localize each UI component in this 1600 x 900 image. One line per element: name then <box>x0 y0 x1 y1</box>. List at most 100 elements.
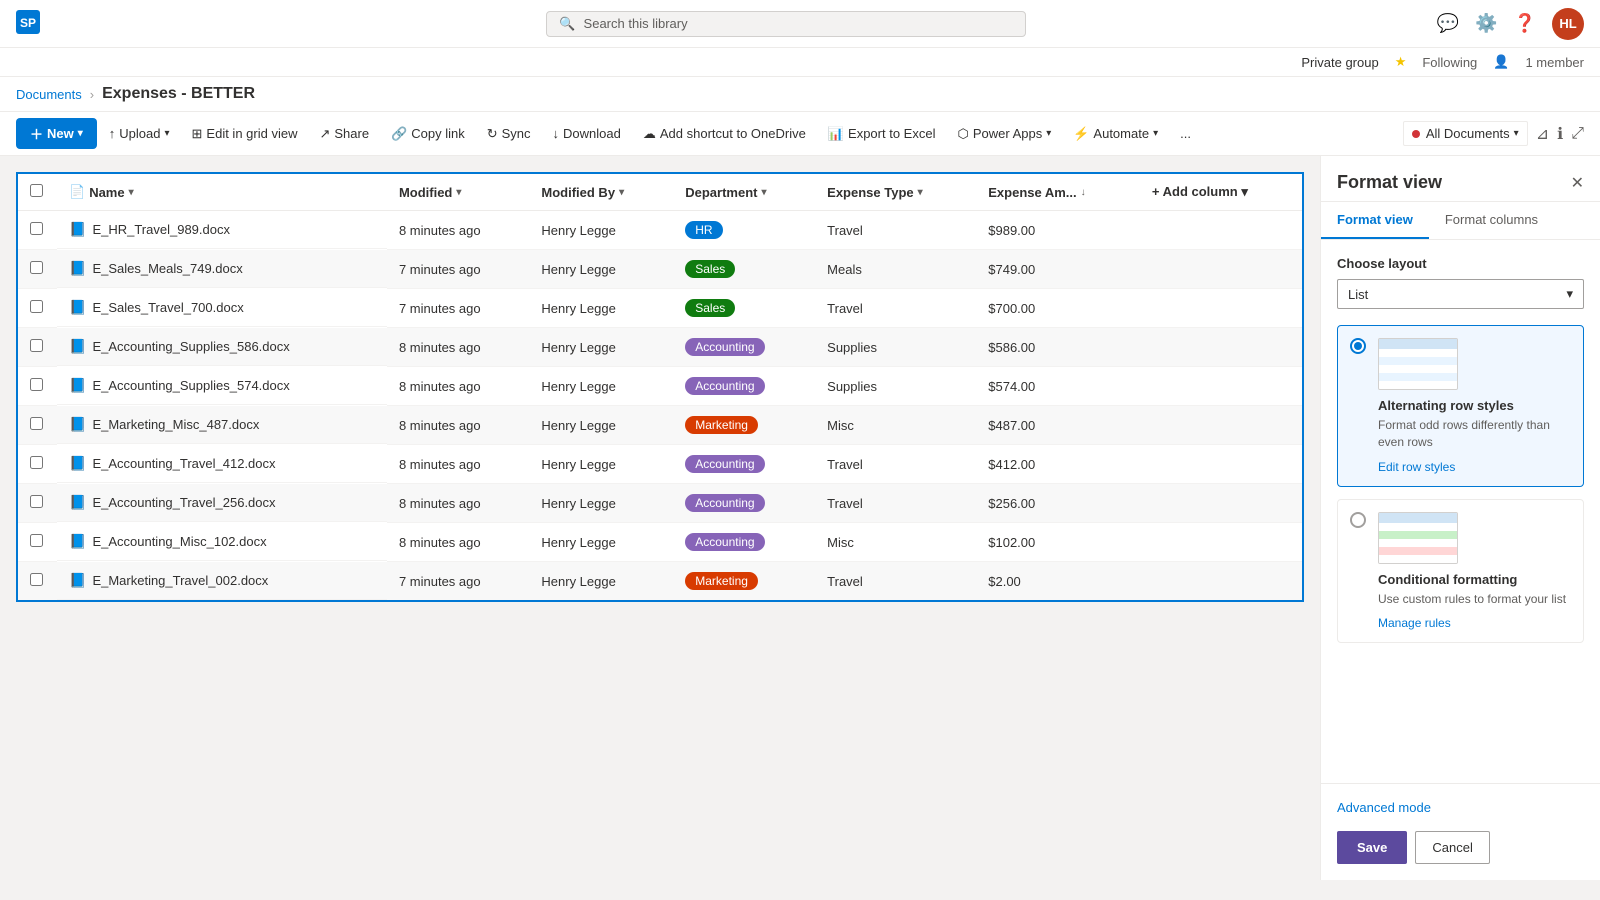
row-modified: 8 minutes ago <box>387 445 529 484</box>
alternating-row-radio[interactable] <box>1350 338 1366 354</box>
suite-bar: Private group ★ Following 👤 1 member <box>0 48 1600 77</box>
layout-chevron-icon: ▾ <box>1566 286 1573 302</box>
col-header-modified-by[interactable]: Modified By ▾ <box>529 173 673 211</box>
word-icon: 📘 <box>69 533 86 550</box>
table-row[interactable]: 📘 E_Accounting_Travel_256.docx 8 minutes… <box>17 484 1303 523</box>
row-modified-by: Henry Legge <box>529 289 673 328</box>
tab-format-columns[interactable]: Format columns <box>1429 202 1554 239</box>
row-checkbox[interactable] <box>17 250 57 289</box>
row-checkbox[interactable] <box>17 289 57 328</box>
edit-grid-button[interactable]: ⊞ Edit in grid view <box>182 120 308 148</box>
help-icon[interactable]: ❓ <box>1514 13 1536 34</box>
file-type-icon: 📄 <box>69 184 85 200</box>
notification-icon[interactable]: 💬 <box>1437 13 1459 34</box>
checkbox-header[interactable] <box>17 173 57 211</box>
row-add <box>1140 211 1303 250</box>
row-checkbox[interactable] <box>17 406 57 445</box>
export-excel-button[interactable]: 📊 Export to Excel <box>818 120 946 148</box>
word-icon: 📘 <box>69 260 86 277</box>
alternating-row-desc: Format odd rows differently than even ro… <box>1378 417 1571 451</box>
table-row[interactable]: 📘 E_Accounting_Supplies_574.docx 8 minut… <box>17 367 1303 406</box>
download-icon: ↓ <box>553 126 560 141</box>
row-checkbox[interactable] <box>17 211 57 250</box>
row-expense-amount: $2.00 <box>976 562 1140 602</box>
filter-icon[interactable]: ⊿ <box>1536 124 1549 144</box>
fullscreen-icon[interactable]: ⤢ <box>1571 125 1584 143</box>
breadcrumb-parent[interactable]: Documents <box>16 87 82 102</box>
copy-link-button[interactable]: 🔗 Copy link <box>381 120 475 148</box>
expense-type-sort-icon: ▾ <box>918 187 923 198</box>
save-button[interactable]: Save <box>1337 831 1407 864</box>
row-add <box>1140 406 1303 445</box>
new-button[interactable]: ＋ New ▾ <box>16 118 97 149</box>
share-button[interactable]: ↗ Share <box>309 120 379 148</box>
download-button[interactable]: ↓ Download <box>543 120 631 147</box>
conditional-format-radio[interactable] <box>1350 512 1366 528</box>
row-add <box>1140 523 1303 562</box>
row-checkbox[interactable] <box>17 562 57 602</box>
row-checkbox[interactable] <box>17 367 57 406</box>
settings-icon[interactable]: ⚙️ <box>1475 13 1497 34</box>
panel-close-button[interactable]: ✕ <box>1571 173 1584 193</box>
row-name: 📘 E_Marketing_Travel_002.docx <box>57 562 387 600</box>
table-row[interactable]: 📘 E_Sales_Meals_749.docx 7 minutes ago H… <box>17 250 1303 289</box>
sync-button[interactable]: ↻ Sync <box>477 120 541 148</box>
info-icon[interactable]: ℹ <box>1557 124 1563 144</box>
row-expense-type: Travel <box>815 289 976 328</box>
plus-icon: ＋ <box>30 124 43 143</box>
automate-button[interactable]: ⚡ Automate ▾ <box>1063 120 1168 148</box>
row-department: Accounting <box>673 523 815 562</box>
row-checkbox[interactable] <box>17 445 57 484</box>
view-selector[interactable]: All Documents ▾ <box>1403 121 1528 146</box>
col-header-expense-amount[interactable]: Expense Am... ↓ <box>976 173 1140 211</box>
col-header-expense-type[interactable]: Expense Type ▾ <box>815 173 976 211</box>
avatar[interactable]: HL <box>1552 8 1584 40</box>
more-button[interactable]: ... <box>1170 120 1201 147</box>
upload-icon: ↑ <box>109 126 116 141</box>
upload-button[interactable]: ↑ Upload ▾ <box>99 120 180 147</box>
following-label[interactable]: Following <box>1422 55 1477 70</box>
word-icon: 📘 <box>69 299 86 316</box>
suite-bar-right: Private group ★ Following 👤 1 member <box>1301 54 1584 70</box>
table-row[interactable]: 📘 E_HR_Travel_989.docx 8 minutes ago Hen… <box>17 211 1303 250</box>
dot-red-icon <box>1412 126 1422 141</box>
power-apps-button[interactable]: ⬡ Power Apps ▾ <box>947 120 1061 148</box>
word-icon: 📘 <box>69 494 86 511</box>
row-checkbox[interactable] <box>17 328 57 367</box>
breadcrumb-current: Expenses - BETTER <box>102 85 255 103</box>
automate-icon: ⚡ <box>1073 126 1089 142</box>
row-name: 📘 E_Accounting_Misc_102.docx <box>57 523 387 561</box>
conditional-format-option[interactable]: Conditional formatting Use custom rules … <box>1337 499 1584 644</box>
row-checkbox[interactable] <box>17 484 57 523</box>
word-icon: 📘 <box>69 455 86 472</box>
table-row[interactable]: 📘 E_Accounting_Travel_412.docx 8 minutes… <box>17 445 1303 484</box>
tab-format-view[interactable]: Format view <box>1321 202 1429 239</box>
layout-dropdown[interactable]: List ▾ <box>1337 279 1584 309</box>
cancel-button[interactable]: Cancel <box>1415 831 1489 864</box>
col-header-department[interactable]: Department ▾ <box>673 173 815 211</box>
manage-rules-link[interactable]: Manage rules <box>1378 616 1451 630</box>
table-row[interactable]: 📘 E_Accounting_Supplies_586.docx 8 minut… <box>17 328 1303 367</box>
add-shortcut-button[interactable]: ☁ Add shortcut to OneDrive <box>633 120 816 148</box>
col-header-modified[interactable]: Modified ▾ <box>387 173 529 211</box>
edit-row-styles-link[interactable]: Edit row styles <box>1378 460 1455 474</box>
word-icon: 📘 <box>69 377 86 394</box>
table-row[interactable]: 📘 E_Marketing_Misc_487.docx 8 minutes ag… <box>17 406 1303 445</box>
advanced-mode-link[interactable]: Advanced mode <box>1337 800 1584 815</box>
row-modified: 7 minutes ago <box>387 289 529 328</box>
alternating-row-option[interactable]: Alternating row styles Format odd rows d… <box>1337 325 1584 487</box>
table-row[interactable]: 📘 E_Sales_Travel_700.docx 7 minutes ago … <box>17 289 1303 328</box>
search-box[interactable]: 🔍 Search this library <box>546 11 1026 37</box>
col-header-add-column[interactable]: + Add column ▾ <box>1140 173 1303 211</box>
onedrive-icon: ☁ <box>643 126 656 142</box>
following-icon[interactable]: ★ <box>1395 54 1407 70</box>
table-row[interactable]: 📘 E_Marketing_Travel_002.docx 7 minutes … <box>17 562 1303 602</box>
row-expense-amount: $586.00 <box>976 328 1140 367</box>
row-expense-amount: $487.00 <box>976 406 1140 445</box>
table-row[interactable]: 📘 E_Accounting_Misc_102.docx 8 minutes a… <box>17 523 1303 562</box>
alternating-preview <box>1378 338 1458 390</box>
col-header-name[interactable]: 📄 Name ▾ <box>57 173 387 211</box>
select-all-checkbox[interactable] <box>30 184 43 197</box>
row-checkbox[interactable] <box>17 523 57 562</box>
row-add <box>1140 328 1303 367</box>
